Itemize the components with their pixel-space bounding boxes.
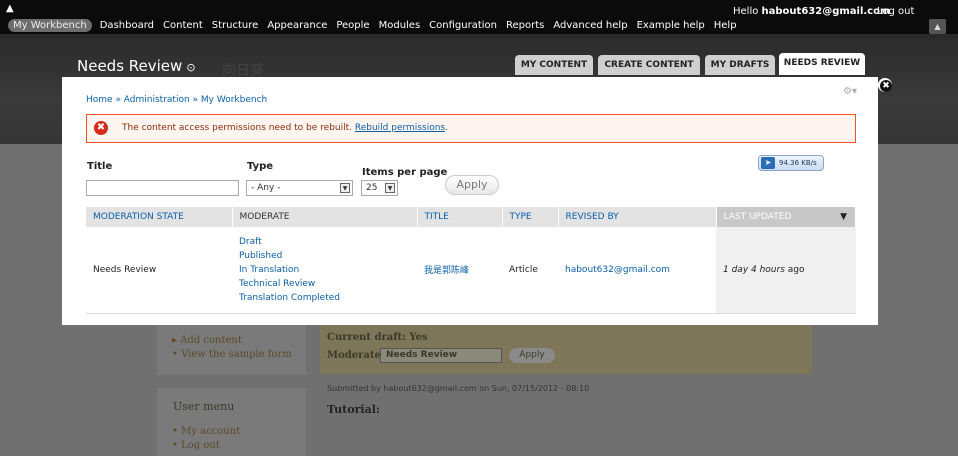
toolbar-item-content[interactable]: Content <box>163 20 203 31</box>
toolbar-item-help[interactable]: Help <box>714 20 737 31</box>
sort-desc-icon: ▼ <box>840 212 847 222</box>
user-greeting: Hello habout632@gmail.com <box>733 6 890 17</box>
moderate-draft-link[interactable]: Draft <box>239 237 262 247</box>
col-moderate: MODERATE <box>232 207 418 227</box>
moderate-published-link[interactable]: Published <box>239 251 282 261</box>
error-message: ✖ The content access permissions need to… <box>86 114 856 143</box>
speed-value: 94.36 KB/s <box>779 159 817 167</box>
tab-my-drafts[interactable]: MY DRAFTS <box>705 55 775 75</box>
toolbar-item-people[interactable]: People <box>336 20 369 31</box>
error-message-text: The content access permissions need to b… <box>122 123 448 133</box>
apply-button[interactable]: Apply <box>445 175 499 195</box>
shortcuts-toggle-icon[interactable]: ▲ <box>929 19 946 34</box>
workbench-table: MODERATION STATE MODERATE TITLE TYPE REV… <box>86 207 856 314</box>
toolbar-item-advanced-help[interactable]: Advanced help <box>553 20 627 31</box>
tab-needs-review[interactable]: NEEDS REVIEW <box>779 53 865 75</box>
moderate-technical-review-link[interactable]: Technical Review <box>239 279 315 289</box>
col-moderation-state[interactable]: MODERATION STATE <box>86 207 233 227</box>
toolbar-item-my-workbench[interactable]: My Workbench <box>8 19 92 32</box>
cell-title: 我是郭陈峰 <box>417 227 502 314</box>
sidebar-block <box>157 318 306 375</box>
gear-icon[interactable]: ⚙▾ <box>843 86 857 97</box>
admin-toolbar: ▲ My Workbench Dashboard Content Structure A… <box>0 0 958 34</box>
cell-type: Article <box>502 227 558 314</box>
col-revised-by[interactable]: REVISED BY <box>558 207 717 227</box>
tab-my-content[interactable]: MY CONTENT <box>515 55 593 75</box>
type-filter-label: Type <box>247 161 274 172</box>
user-link[interactable]: habout632@gmail.com <box>762 6 891 17</box>
cell-moderate: Draft Published In Translation Technical… <box>232 227 417 314</box>
network-speed-badge: ➤ 94.36 KB/s <box>758 155 824 171</box>
col-type[interactable]: TYPE <box>502 207 559 227</box>
items-per-page-label: Items per page <box>362 167 448 178</box>
cell-last-updated: 1 day 4 hours ago <box>716 227 856 314</box>
page-title-text: Needs Review <box>77 57 183 75</box>
bg-add-content-link[interactable]: ▸ Add content <box>172 335 242 346</box>
add-shortcut-icon[interactable]: ⊙ <box>186 61 195 74</box>
moderate-translation-completed-link[interactable]: Translation Completed <box>239 293 340 303</box>
toolbar-item-dashboard[interactable]: Dashboard <box>100 20 154 31</box>
toolbar-item-configuration[interactable]: Configuration <box>429 20 497 31</box>
moderation-box <box>320 318 812 374</box>
type-filter-select[interactable]: - Any - ▼ <box>246 180 353 196</box>
chevron-down-icon: ▼ <box>385 183 395 193</box>
bg-apply-button[interactable]: Apply <box>509 348 555 363</box>
revised-by-link[interactable]: habout632@gmail.com <box>565 265 670 275</box>
logout-link[interactable]: Log out <box>877 6 914 17</box>
bg-user-menu-title: User menu <box>173 400 235 413</box>
bg-current-draft: Current draft: Yes <box>327 332 428 343</box>
table-row: Needs Review Draft Published In Translat… <box>86 227 856 314</box>
col-title[interactable]: TITLE <box>417 207 503 227</box>
cell-state: Needs Review <box>86 227 232 314</box>
toolbar-item-modules[interactable]: Modules <box>379 20 421 31</box>
title-filter-input[interactable] <box>86 180 239 196</box>
bg-view-sample-link[interactable]: • View the sample form <box>172 349 292 360</box>
greeting-text: Hello <box>733 6 762 17</box>
toolbar-item-structure[interactable]: Structure <box>212 20 259 31</box>
toolbar-item-example-help[interactable]: Example help <box>637 20 705 31</box>
content-title-link[interactable]: 我是郭陈峰 <box>424 266 469 276</box>
rebuild-permissions-link[interactable]: Rebuild permissions <box>355 123 445 133</box>
tab-create-content[interactable]: CREATE CONTENT <box>598 55 700 75</box>
close-overlay-icon[interactable]: ✖ <box>878 78 892 92</box>
error-icon: ✖ <box>94 121 108 135</box>
bg-tutorial-heading: Tutorial: <box>327 403 380 416</box>
toolbar-menu: My Workbench Dashboard Content Structure App… <box>8 19 746 32</box>
toolbar-item-appearance[interactable]: Appearance <box>267 20 327 31</box>
bg-submitted-line: Submitted by habout632@gmail.com on Sun,… <box>327 384 590 393</box>
bg-moderate-label: Moderate: <box>327 350 385 361</box>
chevron-down-icon: ▼ <box>340 183 350 193</box>
home-icon[interactable]: ▲ <box>6 3 14 14</box>
title-filter-label: Title <box>87 161 113 172</box>
items-per-page-select[interactable]: 25 ▼ <box>361 180 398 196</box>
col-last-updated[interactable]: LAST UPDATED ▼ <box>716 207 856 227</box>
toolbar-item-reports[interactable]: Reports <box>506 20 544 31</box>
page-title: Needs Review ⊙ <box>77 57 196 75</box>
cell-revised-by: habout632@gmail.com <box>558 227 716 314</box>
speed-arrow-icon: ➤ <box>761 157 775 169</box>
items-per-page-value: 25 <box>366 183 378 193</box>
breadcrumb[interactable]: Home » Administration » My Workbench <box>86 95 267 105</box>
bg-moderate-select[interactable]: Needs Review <box>380 348 502 363</box>
bg-my-account-link[interactable]: • My account <box>172 426 240 437</box>
type-filter-value: - Any - <box>251 183 281 193</box>
bg-log-out-link[interactable]: • Log out <box>172 440 220 451</box>
moderate-in-translation-link[interactable]: In Translation <box>239 265 299 275</box>
